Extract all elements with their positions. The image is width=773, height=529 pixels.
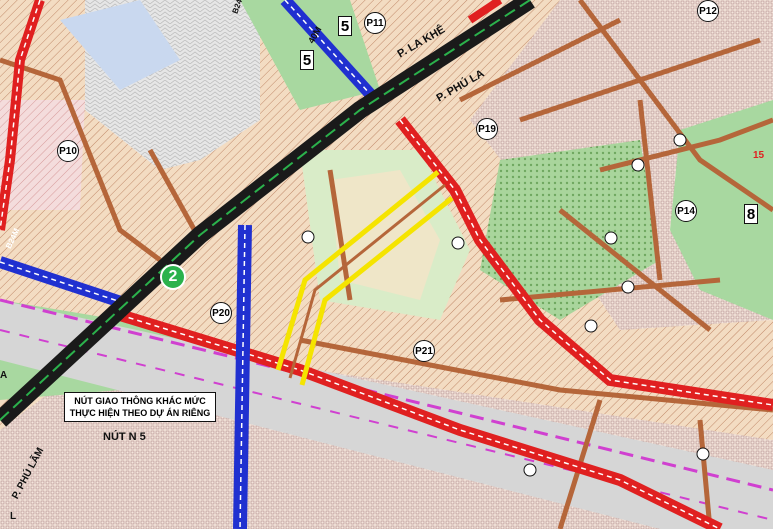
parking-p-right[interactable]: P14 <box>675 200 697 222</box>
planning-map[interactable]: P. LA KHÊ P. PHÚ LA P. PHÚ LÃM NÚT N 5 4… <box>0 0 773 529</box>
box-number-5a: 5 <box>338 16 352 36</box>
parking-p-south[interactable]: P21 <box>413 340 435 362</box>
interchange-note: NÚT GIAO THÔNG KHÁC MỨC THỰC HIỆN THEO D… <box>64 392 216 422</box>
parking-p-tl[interactable]: P10 <box>57 140 79 162</box>
edge-label-a: A <box>0 370 8 381</box>
route-label-15: 15 <box>753 150 765 161</box>
parking-p-tr[interactable]: P12 <box>697 0 719 22</box>
parking-p-mid[interactable]: P19 <box>476 118 498 140</box>
note-line-2: THỰC HIỆN THEO DỰ ÁN RIÊNG <box>69 408 211 418</box>
note-line-1: NÚT GIAO THÔNG KHÁC MỨC <box>74 396 206 406</box>
parking-p-center[interactable]: P20 <box>210 302 232 324</box>
box-number-5b: 5 <box>300 50 314 70</box>
box-number-8: 8 <box>744 204 758 224</box>
node-label-n5: NÚT N 5 <box>103 431 146 443</box>
map-canvas <box>0 0 773 529</box>
parking-p-top[interactable]: P11 <box>364 12 386 34</box>
route-marker-2: 2 <box>160 264 186 290</box>
edge-label-l: L <box>10 511 17 522</box>
